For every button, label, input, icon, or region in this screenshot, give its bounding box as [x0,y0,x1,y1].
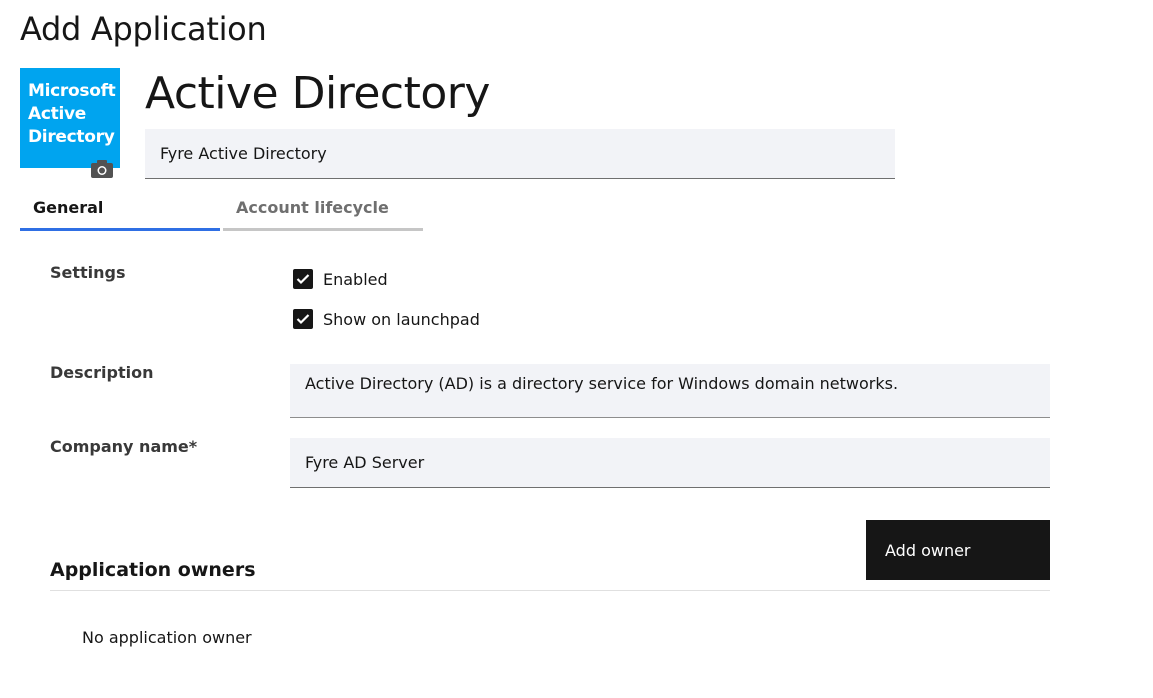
logo-line: Active [28,104,86,124]
tab-label: General [33,198,104,217]
application-owners-heading: Application owners [50,559,256,581]
change-logo-button[interactable] [89,158,115,180]
checkmark-icon [296,314,310,325]
checkbox-box[interactable] [293,309,313,329]
description-field[interactable]: Active Directory (AD) is a directory ser… [290,364,1050,418]
divider [50,590,1050,591]
company-name-field[interactable] [290,438,1050,488]
tab-general[interactable]: General [20,190,220,231]
logo-line: Microsoft [28,81,116,101]
add-owner-button[interactable]: Add owner [866,520,1050,580]
app-name-heading: Active Directory [145,68,490,119]
enabled-checkbox[interactable]: Enabled [293,269,388,289]
logo-line: Directory [28,127,115,147]
display-name-field[interactable] [145,129,895,179]
tab-label: Account lifecycle [236,198,389,217]
checkbox-box[interactable] [293,269,313,289]
show-on-launchpad-checkbox[interactable]: Show on launchpad [293,309,480,329]
tab-account-lifecycle[interactable]: Account lifecycle [223,190,423,231]
empty-owners-message: No application owner [82,628,252,647]
company-name-label: Company name* [50,437,198,456]
checkbox-label: Enabled [323,269,388,289]
checkmark-icon [296,274,310,285]
page-title: Add Application [20,10,267,48]
settings-label: Settings [50,263,126,282]
app-logo[interactable]: Microsoft Active Directory [20,68,120,168]
camera-icon [91,160,113,178]
checkbox-label: Show on launchpad [323,309,480,329]
description-label: Description [50,363,154,382]
